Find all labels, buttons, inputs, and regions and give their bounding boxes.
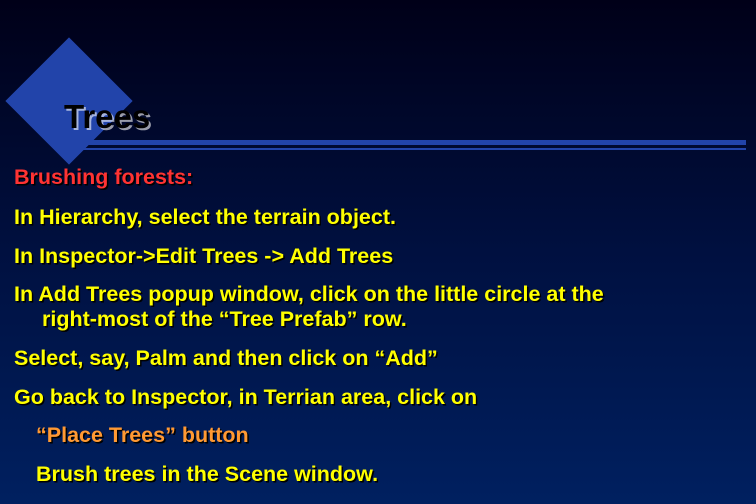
title-underline-thick [64, 140, 746, 145]
slide-subtitle: Brushing forests: [14, 165, 742, 190]
slide-content: Brushing forests: In Hierarchy, select t… [14, 165, 742, 501]
content-line-3b: right-most of the “Tree Prefab” row. [14, 307, 407, 331]
content-line-6-highlight: “Place Trees” button [14, 423, 742, 448]
content-line-3a: In Add Trees popup window, click on the … [14, 282, 604, 306]
content-line-5: Go back to Inspector, in Terrian area, c… [14, 385, 742, 410]
content-line-4: Select, say, Palm and then click on “Add… [14, 346, 742, 371]
slide-title: Trees [64, 98, 746, 138]
title-block: Trees [64, 98, 746, 150]
content-line-7: Brush trees in the Scene window. [14, 462, 742, 487]
content-line-3: In Add Trees popup window, click on the … [14, 282, 742, 331]
title-underline-thin [64, 148, 746, 150]
content-line-1: In Hierarchy, select the terrain object. [14, 205, 742, 230]
content-line-2: In Inspector->Edit Trees -> Add Trees [14, 244, 742, 269]
